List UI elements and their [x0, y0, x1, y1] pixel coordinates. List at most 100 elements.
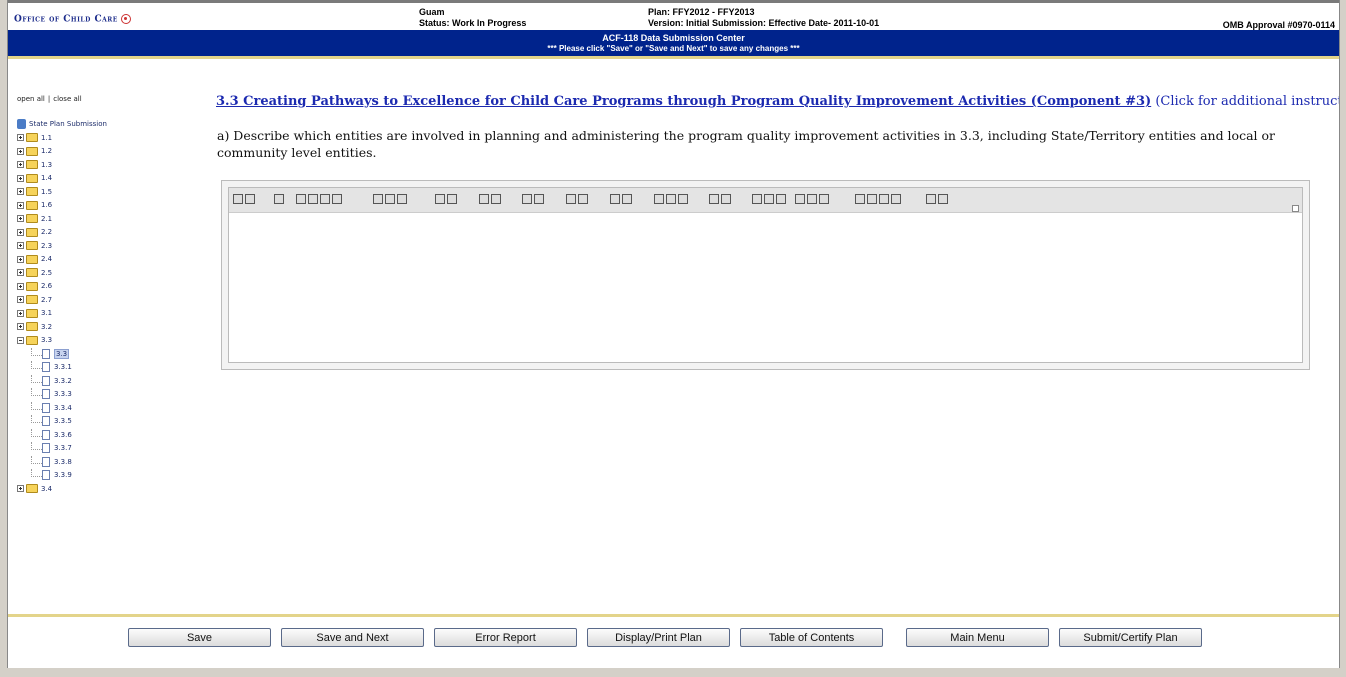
- toolbar-button-icon[interactable]: [776, 194, 786, 204]
- toolbar-button-icon[interactable]: [332, 194, 342, 204]
- expand-toggle-icon[interactable]: [17, 485, 24, 492]
- action-buttons: Save Save and Next Error Report Display/…: [128, 628, 1228, 648]
- toolbar-button-icon[interactable]: [233, 194, 243, 204]
- toolbar-button-icon[interactable]: [764, 194, 774, 204]
- tree-root[interactable]: State Plan Submission: [17, 118, 107, 132]
- expand-toggle-icon[interactable]: [17, 323, 24, 330]
- toolbar-button-icon[interactable]: [373, 194, 383, 204]
- tree-folder[interactable]: 1.5: [17, 186, 107, 200]
- expand-toggle-icon[interactable]: [17, 296, 24, 303]
- expand-toggle-icon[interactable]: [17, 242, 24, 249]
- toolbar-button-icon[interactable]: [807, 194, 817, 204]
- close-all-link[interactable]: close all: [53, 95, 81, 103]
- toolbar-button-icon[interactable]: [385, 194, 395, 204]
- toolbar-button-icon[interactable]: [245, 194, 255, 204]
- toolbar-button-icon[interactable]: [891, 194, 901, 204]
- toolbar-button-icon[interactable]: [926, 194, 936, 204]
- expand-toggle-icon[interactable]: [17, 255, 24, 263]
- display-print-plan-button[interactable]: Display/Print Plan: [587, 628, 730, 647]
- expand-toggle-icon[interactable]: [17, 147, 24, 155]
- toolbar-button-icon[interactable]: [622, 194, 632, 204]
- page-icon: [42, 416, 50, 426]
- toolbar-button-icon[interactable]: [534, 194, 544, 204]
- tree-folder[interactable]: 2.4: [17, 253, 107, 267]
- toolbar-button-icon[interactable]: [666, 194, 676, 204]
- expand-toggle-icon[interactable]: [17, 134, 24, 141]
- expand-toggle-icon[interactable]: [17, 188, 24, 195]
- tree-page-item[interactable]: 3.3.3: [17, 388, 107, 402]
- open-all-link[interactable]: open all: [17, 95, 45, 103]
- toolbar-button-icon[interactable]: [447, 194, 457, 204]
- section-link[interactable]: 3.3 Creating Pathways to Excellence for …: [216, 94, 1151, 109]
- tree-folder[interactable]: 2.7: [17, 294, 107, 308]
- toolbar-button-icon[interactable]: [795, 194, 805, 204]
- expand-toggle-icon[interactable]: [17, 161, 24, 168]
- tree-folder[interactable]: 2.5: [17, 267, 107, 281]
- tree-page-item[interactable]: 3.3.8: [17, 455, 107, 470]
- toolbar-button-icon[interactable]: [709, 194, 719, 204]
- toolbar-button-icon[interactable]: [491, 194, 501, 204]
- tree-folder[interactable]: 2.2: [17, 226, 107, 240]
- tree-page-item[interactable]: 3.3.6: [17, 428, 107, 443]
- expand-toggle-icon[interactable]: [17, 269, 24, 276]
- toolbar-button-icon[interactable]: [522, 194, 532, 204]
- tree-page-item[interactable]: 3.3.2: [17, 374, 107, 389]
- tree-folder[interactable]: 1.3: [17, 159, 107, 173]
- toolbar-button-icon[interactable]: [578, 194, 588, 204]
- error-report-button[interactable]: Error Report: [434, 628, 577, 647]
- tree-folder[interactable]: 2.6: [17, 280, 107, 294]
- toolbar-button-icon[interactable]: [654, 194, 664, 204]
- tree-folder[interactable]: 2.3: [17, 240, 107, 254]
- collapse-toggle-icon[interactable]: [17, 336, 24, 344]
- toolbar-button-icon[interactable]: [435, 194, 445, 204]
- section-instructions-note[interactable]: (Click for additional instructions): [1155, 94, 1339, 109]
- tree-page-item[interactable]: 3.3.1: [17, 361, 107, 375]
- toolbar-button-icon[interactable]: [308, 194, 318, 204]
- tree-page-item[interactable]: 3.3.9: [17, 469, 107, 483]
- expand-toggle-icon[interactable]: [17, 282, 24, 290]
- tree-page-item[interactable]: 3.3.5: [17, 415, 107, 429]
- toolbar-button-icon[interactable]: [296, 194, 306, 204]
- toolbar-button-icon[interactable]: [938, 194, 948, 204]
- tree-folder[interactable]: 1.4: [17, 172, 107, 186]
- tree-folder-open[interactable]: 3.3: [17, 334, 107, 348]
- save-and-next-button[interactable]: Save and Next: [281, 628, 424, 647]
- tree-branch-line: [31, 401, 42, 410]
- toolbar-button-icon[interactable]: [855, 194, 865, 204]
- expand-toggle-icon[interactable]: [17, 309, 24, 317]
- toolbar-button-icon[interactable]: [819, 194, 829, 204]
- expand-toggle-icon[interactable]: [17, 174, 24, 182]
- toolbar-button-icon[interactable]: [721, 194, 731, 204]
- toolbar-button-icon[interactable]: [610, 194, 620, 204]
- toolbar-collapse-icon[interactable]: [1292, 205, 1299, 212]
- toolbar-button-icon[interactable]: [879, 194, 889, 204]
- tree-page-label: 3.3.3: [54, 390, 72, 398]
- toolbar-button-icon[interactable]: [397, 194, 407, 204]
- expand-toggle-icon[interactable]: [17, 228, 24, 236]
- save-button[interactable]: Save: [128, 628, 271, 647]
- expand-toggle-icon[interactable]: [17, 201, 24, 209]
- toolbar-button-icon[interactable]: [566, 194, 576, 204]
- tree-folder[interactable]: 1.6: [17, 199, 107, 213]
- table-of-contents-button[interactable]: Table of Contents: [740, 628, 883, 647]
- submit-certify-plan-button[interactable]: Submit/Certify Plan: [1059, 628, 1202, 647]
- tree-folder[interactable]: 1.1: [17, 132, 107, 146]
- tree-branch-line: [31, 428, 42, 437]
- toolbar-button-icon[interactable]: [867, 194, 877, 204]
- main-menu-button[interactable]: Main Menu: [906, 628, 1049, 647]
- tree-folder[interactable]: 3.4: [17, 483, 107, 497]
- tree-folder[interactable]: 1.2: [17, 145, 107, 159]
- tree-folder[interactable]: 3.1: [17, 307, 107, 321]
- tree-page-item[interactable]: 3.3: [17, 347, 107, 362]
- expand-toggle-icon[interactable]: [17, 215, 24, 222]
- tree-page-item[interactable]: 3.3.7: [17, 442, 107, 456]
- toolbar-button-icon[interactable]: [678, 194, 688, 204]
- tree-folder[interactable]: 2.1: [17, 213, 107, 227]
- toolbar-button-icon[interactable]: [274, 194, 284, 204]
- toolbar-button-icon[interactable]: [752, 194, 762, 204]
- toolbar-button-icon[interactable]: [320, 194, 330, 204]
- tree-page-item[interactable]: 3.3.4: [17, 401, 107, 416]
- editor-text-area[interactable]: [229, 212, 1302, 362]
- toolbar-button-icon[interactable]: [479, 194, 489, 204]
- tree-folder[interactable]: 3.2: [17, 321, 107, 335]
